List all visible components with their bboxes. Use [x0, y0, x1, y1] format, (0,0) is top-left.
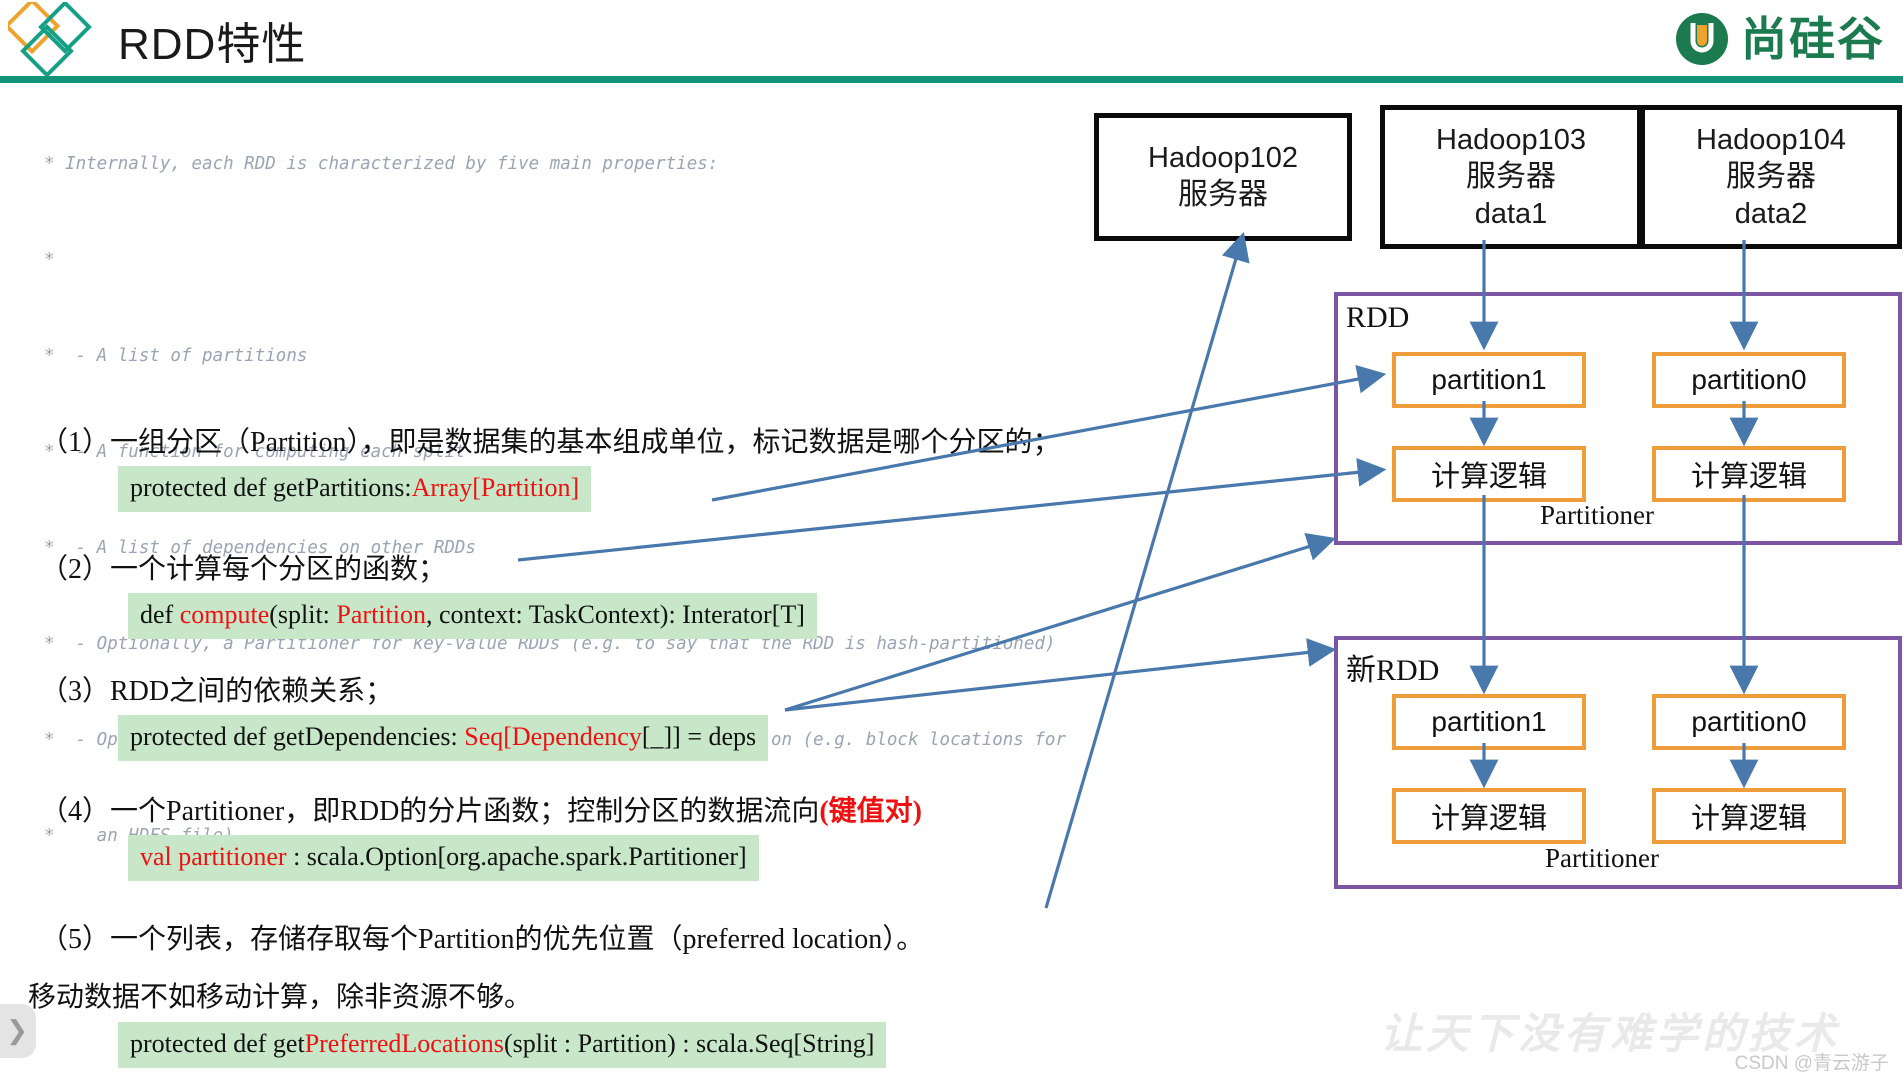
server-box-hadoop103: Hadoop103 服务器 data1 — [1380, 105, 1642, 249]
property-2-code: def compute(split: Partition, context: T… — [128, 593, 817, 639]
comment-line: * — [44, 250, 55, 270]
server-box-hadoop102: Hadoop102 服务器 — [1094, 113, 1352, 241]
rdd-bottom-partition0: partition0 — [1652, 694, 1846, 750]
edge-expand-tab[interactable]: ❯ — [0, 1004, 36, 1058]
property-5-label: （5）一个列表，存储存取每个Partition的优先位置（preferred l… — [40, 924, 925, 955]
code-highlight: Partition — [336, 600, 426, 629]
rdd-bottom-logic-right: 计算逻辑 — [1652, 788, 1846, 844]
code-text: : scala.Option[org.apache.spark.Partitio… — [286, 842, 747, 871]
page-title: RDD特性 — [118, 20, 307, 69]
rdd-top-partition1: partition1 — [1392, 352, 1586, 408]
header-divider — [0, 76, 1903, 83]
comment-line: * Internally, each RDD is characterized … — [44, 154, 719, 174]
property-3-code: protected def getDependencies: Seq[Depen… — [118, 715, 769, 761]
property-5-code: protected def getPreferredLocations(spli… — [118, 1022, 887, 1068]
rdd-bottom-logic-left: 计算逻辑 — [1392, 788, 1586, 844]
rdd-bottom-title: 新RDD — [1346, 654, 1440, 687]
server-name: Hadoop104 — [1696, 124, 1846, 156]
property-4-highlight: (键值对) — [819, 796, 922, 827]
csdn-credit: CSDN @青云游子 — [1734, 1053, 1889, 1074]
property-2-label: （2）一个计算每个分区的函数； — [40, 554, 447, 585]
comment-line: * - A list of partitions — [44, 346, 308, 366]
slide-root: RDD特性 尚硅谷 * Internally, each RDD is char… — [0, 0, 1903, 1077]
diamonds-logo-icon — [8, 2, 92, 78]
code-text: (split: — [269, 600, 337, 629]
code-text: [_]] = deps — [641, 722, 757, 751]
atguigu-u-icon — [1676, 13, 1728, 65]
property-4-text: （4）一个Partitioner，即RDD的分片函数；控制分区的数据流向 — [40, 796, 820, 827]
code-highlight: Array[Partition] — [411, 473, 580, 502]
property-1-code: protected def getPartitions:Array[Partit… — [118, 466, 592, 512]
brand-logo: 尚硅谷 — [1673, 10, 1885, 68]
server-role: 服务器 — [1726, 160, 1816, 194]
server-name: Hadoop102 — [1148, 142, 1298, 175]
server-box-hadoop104: Hadoop104 服务器 data2 — [1640, 105, 1902, 249]
arrow-preferredlocations-to-h102 — [1044, 231, 1250, 909]
server-data: data1 — [1474, 197, 1548, 230]
code-text: def — [140, 600, 180, 629]
rdd-top-logic-right: 计算逻辑 — [1652, 446, 1846, 502]
brand-name: 尚硅谷 — [1741, 12, 1885, 66]
property-3-label: （3）RDD之间的依赖关系； — [40, 676, 394, 707]
code-highlight: compute — [179, 600, 270, 629]
code-text: protected def getDependencies: — [130, 722, 465, 751]
rdd-top-title: RDD — [1346, 301, 1410, 334]
server-role: 服务器 — [1178, 178, 1268, 212]
server-name: Hadoop103 — [1436, 124, 1586, 156]
property-1-label: （1）一组分区（Partition），即是数据集的基本组成单位，标记数据是哪个分… — [40, 427, 1061, 458]
code-highlight: PreferredLocations — [304, 1029, 504, 1058]
property-4-code: val partitioner : scala.Option[org.apach… — [128, 835, 759, 881]
property-4-label: （4）一个Partitioner，即RDD的分片函数；控制分区的数据流向(键值对… — [40, 789, 922, 829]
server-data: data2 — [1734, 197, 1808, 230]
rdd-top-logic-left: 计算逻辑 — [1392, 446, 1586, 502]
server-role: 服务器 — [1466, 160, 1556, 194]
code-highlight: val partitioner — [140, 842, 287, 871]
code-text: , context: TaskContext): Interator[T] — [425, 600, 805, 629]
code-text: protected def getPartitions: — [130, 473, 412, 502]
rdd-top-partitioner-label: Partitioner — [1540, 500, 1654, 530]
code-text: (split : Partition) : scala.Seq[String] — [503, 1029, 875, 1058]
chevron-right-icon: ❯ — [6, 1016, 28, 1046]
rdd-top-partition0: partition0 — [1652, 352, 1846, 408]
rdd-bottom-partition1: partition1 — [1392, 694, 1586, 750]
movement-note: 移动数据不如移动计算，除非资源不够。 — [28, 982, 533, 1013]
rdd-bottom-partitioner-label: Partitioner — [1545, 843, 1659, 873]
slide-header: RDD特性 尚硅谷 — [0, 0, 1903, 83]
code-text: protected def get — [130, 1029, 305, 1058]
code-highlight: Seq[Dependency — [464, 722, 642, 751]
